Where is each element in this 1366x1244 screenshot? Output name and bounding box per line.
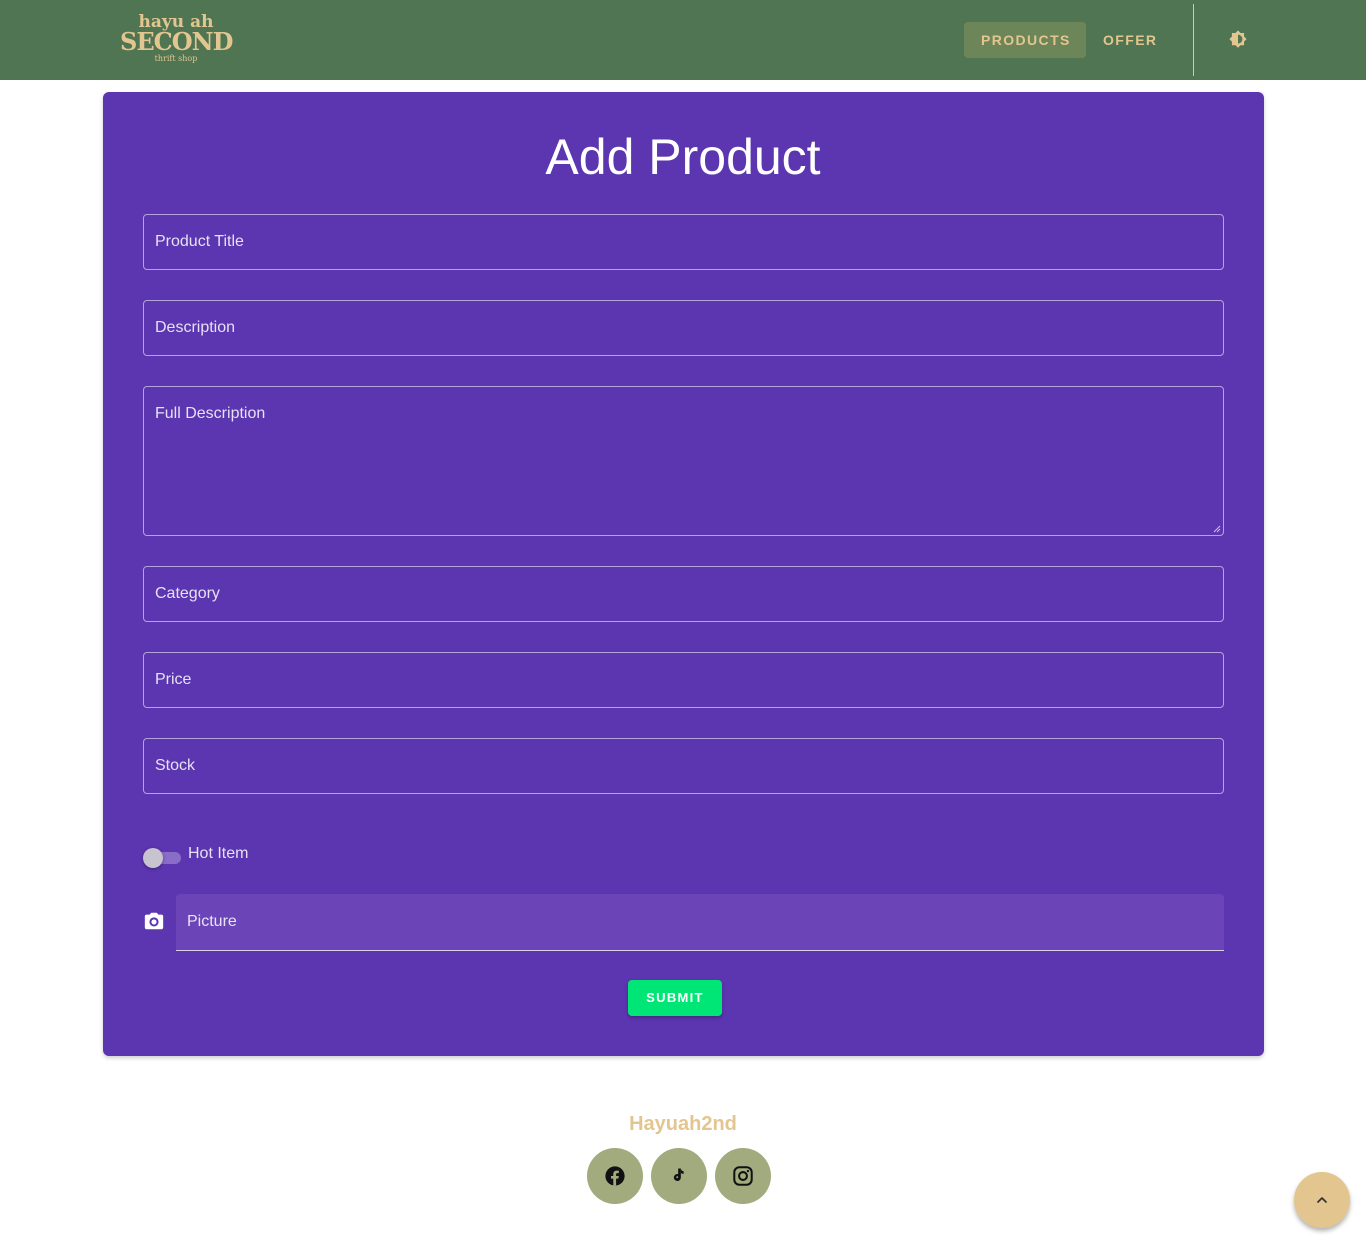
- facebook-icon: [605, 1166, 625, 1186]
- tiktok-icon: [673, 1168, 684, 1181]
- nav-offer-button[interactable]: OFFER: [1086, 22, 1174, 58]
- nav-products-button[interactable]: PRODUCTS: [964, 22, 1086, 58]
- picture-file-input[interactable]: Picture: [176, 894, 1224, 951]
- submit-button[interactable]: SUBMIT: [628, 980, 722, 1016]
- camera-icon: [144, 912, 164, 930]
- category-field[interactable]: Category: [143, 566, 1224, 622]
- resize-handle-icon[interactable]: [1213, 525, 1221, 533]
- facebook-button[interactable]: [587, 1148, 643, 1204]
- stock-field[interactable]: Stock: [143, 738, 1224, 794]
- footer-brand: Hayuah2nd: [629, 1113, 737, 1135]
- description-field[interactable]: Description: [143, 300, 1224, 356]
- instagram-button[interactable]: [715, 1148, 771, 1204]
- page-title: Add Product: [545, 129, 821, 185]
- product-title-field[interactable]: Product Title: [143, 214, 1224, 270]
- brand-logo[interactable]: hayu ah SECOND thrift shop: [120, 14, 233, 66]
- chevron-up-icon: [1317, 1197, 1327, 1203]
- scroll-to-top-button[interactable]: [1294, 1172, 1350, 1228]
- nav-divider: [1193, 4, 1194, 76]
- hot-item-label: Hot Item: [188, 845, 249, 862]
- price-field[interactable]: Price: [143, 652, 1224, 708]
- top-app-bar: hayu ah SECOND thrift shop PRODUCTS OFFE…: [0, 0, 1366, 80]
- full-description-textarea[interactable]: Full Description: [143, 386, 1224, 536]
- product-title-label: Product Title: [155, 233, 244, 250]
- hot-item-switch[interactable]: [143, 847, 181, 869]
- theme-toggle-button[interactable]: [1222, 24, 1254, 56]
- tiktok-button[interactable]: [651, 1148, 707, 1204]
- theme-toggle-icon: [1229, 30, 1247, 48]
- price-label: Price: [155, 671, 192, 688]
- stock-label: Stock: [155, 757, 196, 774]
- switch-thumb: [143, 848, 163, 868]
- category-label: Category: [155, 585, 220, 602]
- full-description-label: Full Description: [155, 405, 266, 422]
- picture-label: Picture: [187, 913, 237, 930]
- logo-line-2: SECOND: [120, 27, 233, 56]
- instagram-icon: [733, 1166, 753, 1186]
- description-label: Description: [155, 319, 236, 336]
